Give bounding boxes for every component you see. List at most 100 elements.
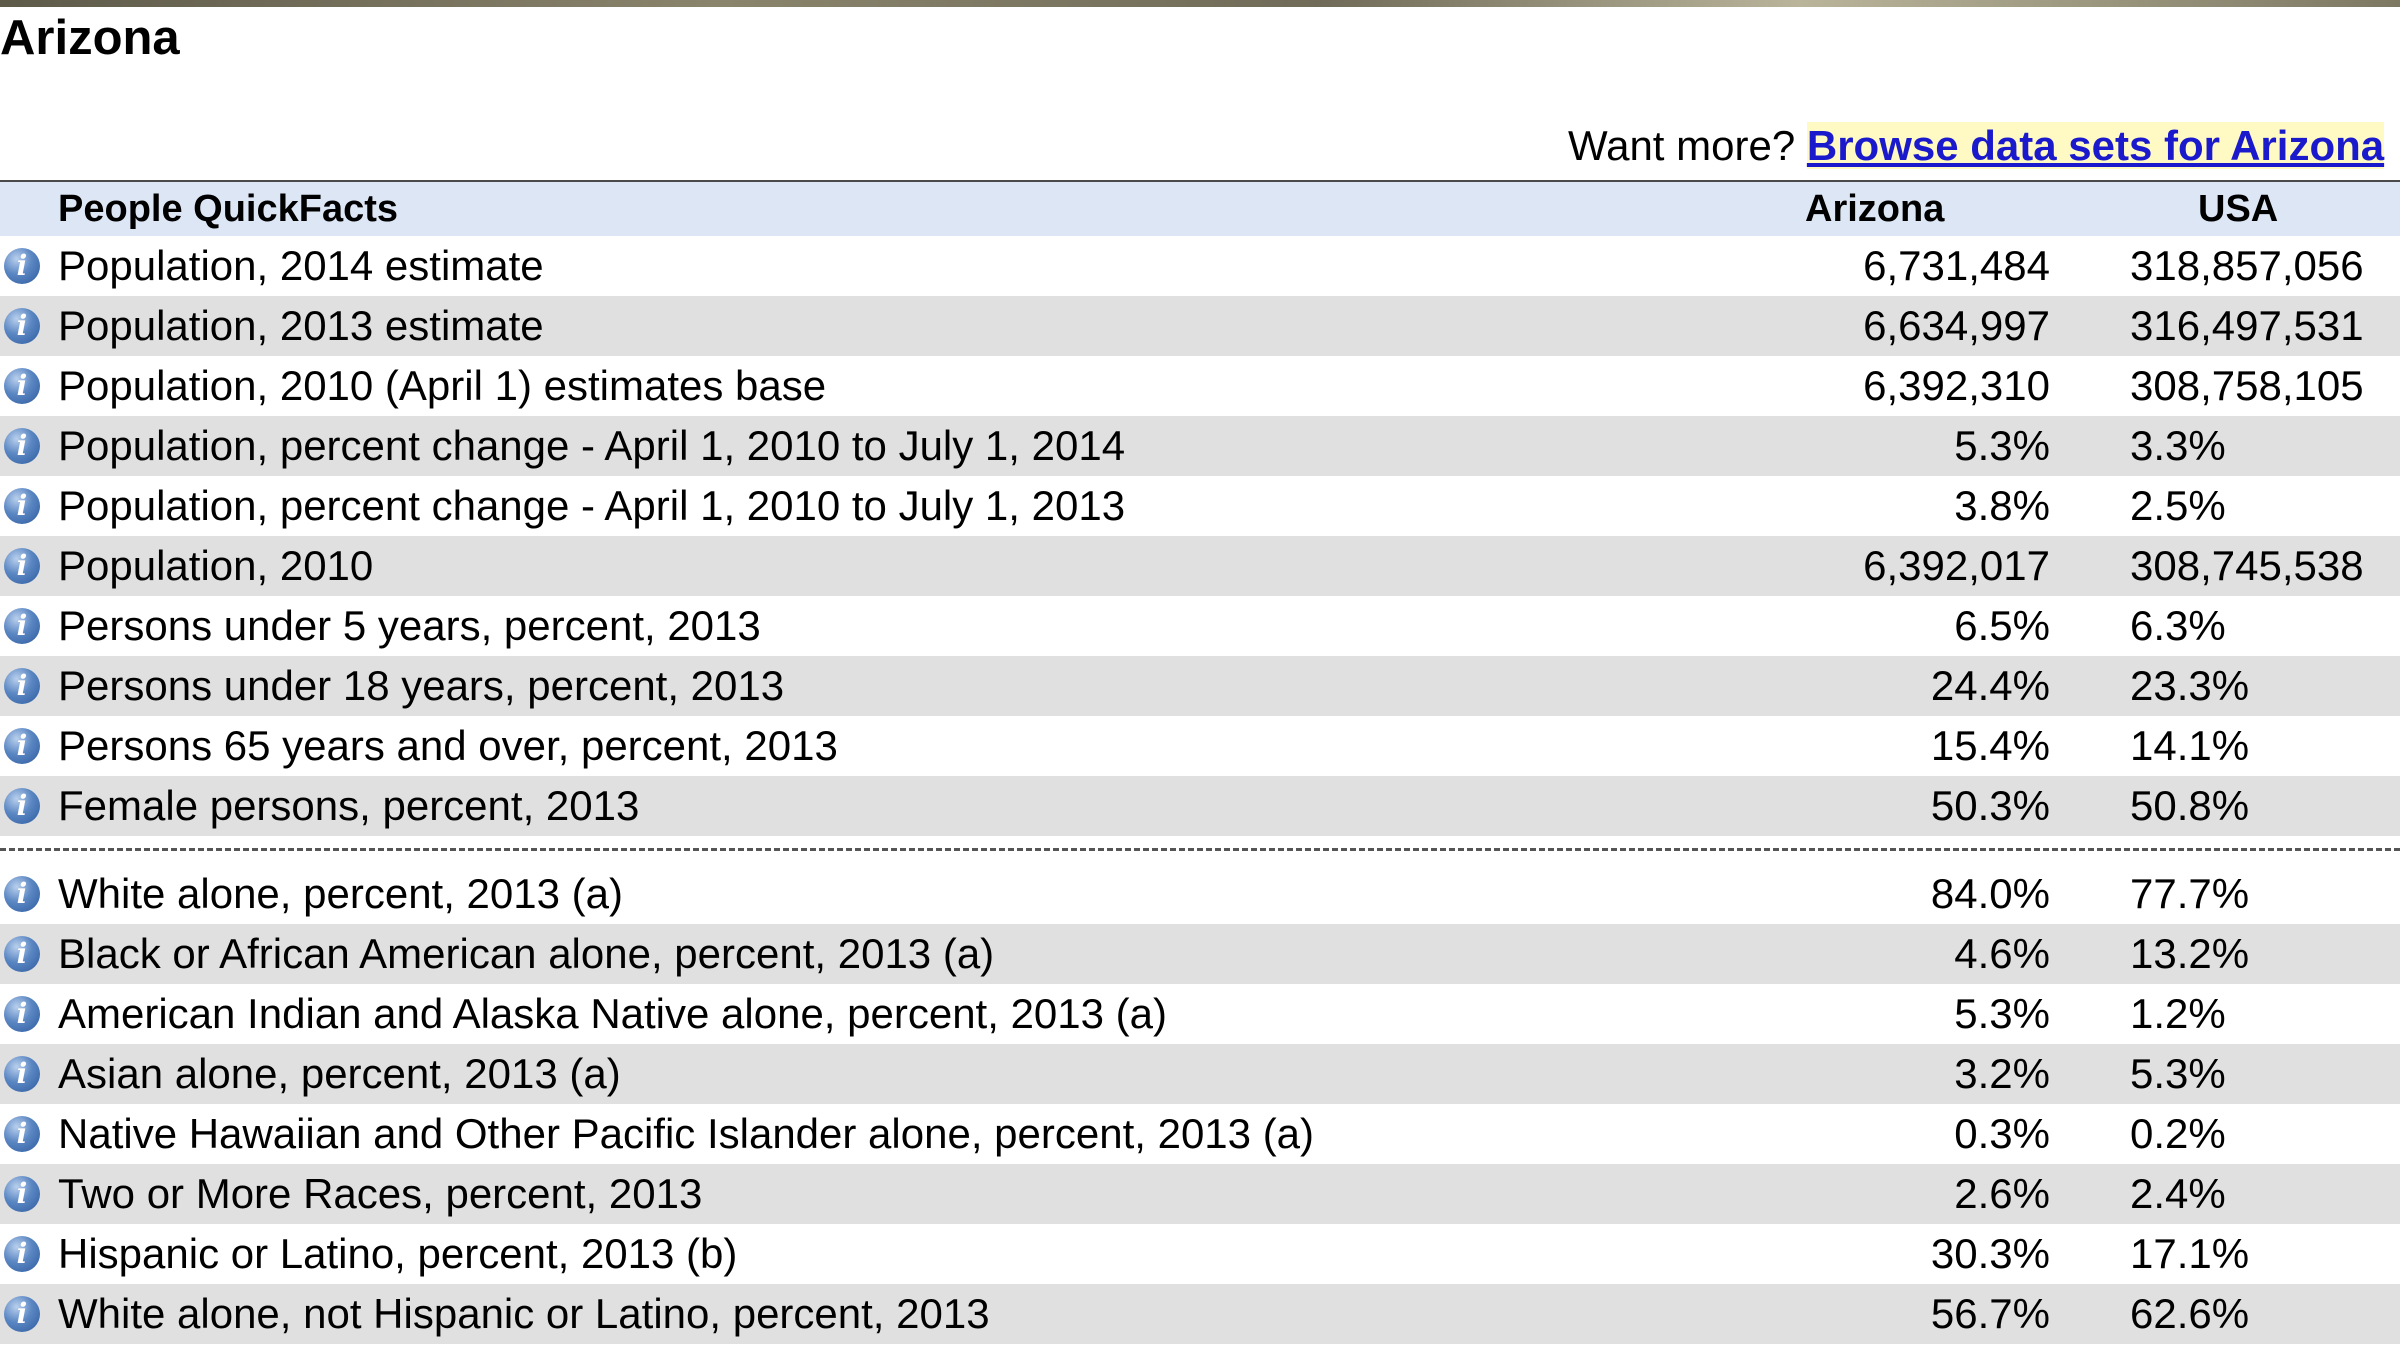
row-label: Two or More Races, percent, 2013 bbox=[58, 1170, 703, 1217]
table-row: i Persons under 18 years, percent, 2013 24… bbox=[0, 656, 2400, 716]
arizona-value: 30.3% bbox=[1930, 1230, 2050, 1277]
section-divider bbox=[0, 836, 2400, 864]
usa-value: 3.3% bbox=[2130, 422, 2226, 469]
arizona-value: 0.3% bbox=[1954, 1110, 2050, 1157]
usa-value: 23.3% bbox=[2130, 662, 2250, 709]
arizona-value: 5.3% bbox=[1954, 990, 2050, 1037]
usa-value: 308,758,105 bbox=[2130, 362, 2364, 409]
table-row: i Persons under 5 years, percent, 2013 6.5… bbox=[0, 596, 2400, 656]
table-row: i Population, percent change - April 1, 2… bbox=[0, 476, 2400, 536]
info-icon[interactable]: i bbox=[4, 1296, 40, 1332]
column-header-usa: USA bbox=[2198, 188, 2279, 230]
usa-value: 318,857,056 bbox=[2130, 242, 2364, 289]
want-more-bar: Want more? Browse data sets for Arizona bbox=[1568, 118, 2385, 174]
usa-value: 2.4% bbox=[2130, 1170, 2226, 1217]
row-label: Population, 2014 estimate bbox=[58, 242, 544, 289]
table-row: i American Indian and Alaska Native alone… bbox=[0, 984, 2400, 1044]
info-icon[interactable]: i bbox=[4, 668, 40, 704]
table-row: i Population, 2014 estimate 6,731,484 318,8… bbox=[0, 236, 2400, 296]
row-label: Population, 2010 bbox=[58, 542, 374, 589]
usa-value: 0.2% bbox=[2130, 1110, 2226, 1157]
row-label: Population, percent change - April 1, 20… bbox=[58, 482, 1126, 529]
info-icon[interactable]: i bbox=[4, 876, 40, 912]
info-icon[interactable]: i bbox=[4, 308, 40, 344]
usa-value: 2.5% bbox=[2130, 482, 2226, 529]
arizona-value: 4.6% bbox=[1954, 930, 2050, 977]
want-more-prefix: Want more? bbox=[1568, 122, 1807, 169]
row-label: White alone, percent, 2013 (a) bbox=[58, 870, 623, 917]
header-image-strip bbox=[0, 0, 2400, 7]
column-header-arizona: Arizona bbox=[1805, 188, 1945, 230]
info-icon[interactable]: i bbox=[4, 728, 40, 764]
arizona-value: 50.3% bbox=[1930, 782, 2050, 829]
row-label: Population, 2010 (April 1) estimates bas… bbox=[58, 362, 827, 409]
row-label: White alone, not Hispanic or Latino, per… bbox=[58, 1290, 990, 1337]
column-header-label: People QuickFacts bbox=[58, 188, 399, 230]
row-label: Black or African American alone, percent… bbox=[58, 930, 995, 977]
row-label: Hispanic or Latino, percent, 2013 (b) bbox=[58, 1230, 738, 1277]
table-row: i Hispanic or Latino, percent, 2013 (b) 30… bbox=[0, 1224, 2400, 1284]
arizona-value: 5.3% bbox=[1954, 422, 2050, 469]
quickfacts-table: People QuickFacts Arizona USA i Populatio… bbox=[0, 180, 2400, 1344]
info-icon[interactable]: i bbox=[4, 548, 40, 584]
info-icon[interactable]: i bbox=[4, 428, 40, 464]
info-icon[interactable]: i bbox=[4, 608, 40, 644]
usa-value: 50.8% bbox=[2130, 782, 2250, 829]
usa-value: 62.6% bbox=[2130, 1290, 2250, 1337]
table-header-row: People QuickFacts Arizona USA bbox=[0, 182, 2400, 236]
table-row: i Population, 2010 (April 1) estimates ba… bbox=[0, 356, 2400, 416]
info-icon[interactable]: i bbox=[4, 788, 40, 824]
table-row: i Persons 65 years and over, percent, 201… bbox=[0, 716, 2400, 776]
info-icon[interactable]: i bbox=[4, 248, 40, 284]
info-icon[interactable]: i bbox=[4, 1056, 40, 1092]
info-icon[interactable]: i bbox=[4, 368, 40, 404]
usa-value: 6.3% bbox=[2130, 602, 2226, 649]
table-group-race: i White alone, percent, 2013 (a) 84.0% 77.7… bbox=[0, 864, 2400, 1344]
arizona-value: 15.4% bbox=[1930, 722, 2050, 769]
arizona-value: 3.2% bbox=[1954, 1050, 2050, 1097]
table-row: i Population, 2010 6,392,017 308,745,538 bbox=[0, 536, 2400, 596]
arizona-value: 2.6% bbox=[1954, 1170, 2050, 1217]
usa-value: 5.3% bbox=[2130, 1050, 2226, 1097]
arizona-value: 6,731,484 bbox=[1863, 242, 2050, 289]
arizona-value: 84.0% bbox=[1930, 870, 2050, 917]
arizona-value: 24.4% bbox=[1930, 662, 2050, 709]
arizona-value: 6,634,997 bbox=[1863, 302, 2050, 349]
info-icon[interactable]: i bbox=[4, 936, 40, 972]
arizona-value: 3.8% bbox=[1954, 482, 2050, 529]
table-row: i Native Hawaiian and Other Pacific Islan… bbox=[0, 1104, 2400, 1164]
row-label: Persons under 18 years, percent, 2013 bbox=[58, 662, 785, 709]
table-row: i Black or African American alone, percen… bbox=[0, 924, 2400, 984]
usa-value: 14.1% bbox=[2130, 722, 2250, 769]
browse-data-sets-link[interactable]: Browse data sets for Arizona bbox=[1806, 122, 2385, 169]
row-label: Persons under 5 years, percent, 2013 bbox=[58, 602, 761, 649]
row-label: Persons 65 years and over, percent, 2013 bbox=[58, 722, 838, 769]
table-row: i Population, 2013 estimate 6,634,997 316,4… bbox=[0, 296, 2400, 356]
info-icon[interactable]: i bbox=[4, 488, 40, 524]
table-row: i Two or More Races, percent, 2013 2.6% 2.4… bbox=[0, 1164, 2400, 1224]
arizona-value: 6.5% bbox=[1954, 602, 2050, 649]
info-icon[interactable]: i bbox=[4, 996, 40, 1032]
table-row: i White alone, percent, 2013 (a) 84.0% 77.7… bbox=[0, 864, 2400, 924]
row-label: Asian alone, percent, 2013 (a) bbox=[58, 1050, 621, 1097]
table-row: i Asian alone, percent, 2013 (a) 3.2% 5.3% bbox=[0, 1044, 2400, 1104]
arizona-value: 6,392,310 bbox=[1863, 362, 2050, 409]
row-label: American Indian and Alaska Native alone,… bbox=[58, 990, 1168, 1037]
usa-value: 316,497,531 bbox=[2130, 302, 2364, 349]
usa-value: 77.7% bbox=[2130, 870, 2250, 917]
quickfacts-page: Arizona Want more? Browse data sets for … bbox=[0, 0, 2400, 1350]
info-icon[interactable]: i bbox=[4, 1116, 40, 1152]
arizona-value: 56.7% bbox=[1930, 1290, 2050, 1337]
row-label: Population, 2013 estimate bbox=[58, 302, 544, 349]
page-title: Arizona bbox=[0, 11, 180, 65]
usa-value: 1.2% bbox=[2130, 990, 2226, 1037]
info-icon[interactable]: i bbox=[4, 1176, 40, 1212]
table-group-population: i Population, 2014 estimate 6,731,484 318,8… bbox=[0, 236, 2400, 836]
row-label: Native Hawaiian and Other Pacific Island… bbox=[58, 1110, 1315, 1157]
usa-value: 13.2% bbox=[2130, 930, 2250, 977]
row-label: Population, percent change - April 1, 20… bbox=[58, 422, 1126, 469]
table-row: i Female persons, percent, 2013 50.3% 50.8% bbox=[0, 776, 2400, 836]
arizona-value: 6,392,017 bbox=[1863, 542, 2050, 589]
row-label: Female persons, percent, 2013 bbox=[58, 782, 640, 829]
info-icon[interactable]: i bbox=[4, 1236, 40, 1272]
